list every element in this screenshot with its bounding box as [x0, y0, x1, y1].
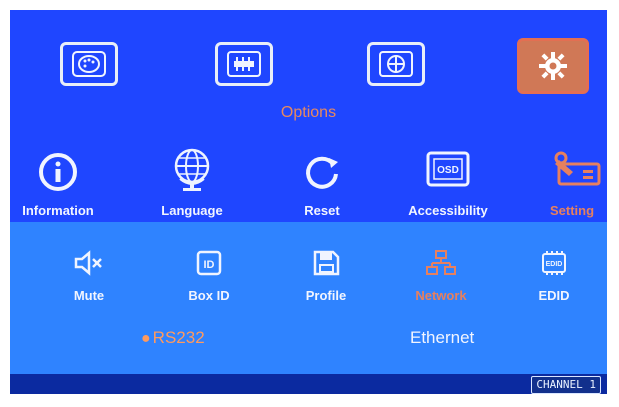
info-icon [39, 153, 77, 191]
gear-icon [539, 52, 567, 80]
tools-icon [554, 151, 601, 186]
box-id-button[interactable]: ID [194, 250, 224, 276]
picture-tab[interactable] [215, 42, 273, 86]
category-label-reset: Reset [304, 203, 340, 218]
slider-icon [227, 51, 261, 77]
palette-icon [72, 51, 106, 77]
globe-icon [379, 51, 413, 77]
save-icon [313, 250, 340, 276]
submenu-label-edid: EDID [538, 288, 570, 303]
refresh-icon [306, 156, 338, 189]
ethernet-label: Ethernet [410, 328, 475, 347]
reset-button[interactable] [300, 150, 344, 194]
profile-button[interactable] [311, 250, 341, 276]
submenu-label-profile: Profile [305, 288, 347, 303]
osd-screen: Options Information Language Reset OSD A… [10, 10, 607, 394]
id-icon: ID [196, 250, 222, 276]
globe-icon [174, 148, 210, 191]
setting-button[interactable] [553, 150, 603, 190]
category-label-accessibility: Accessibility [408, 203, 488, 218]
osd-icon-text: OSD [437, 165, 459, 176]
palette-tab[interactable] [60, 42, 118, 86]
mute-icon [74, 250, 102, 276]
mute-button[interactable] [73, 250, 103, 276]
submenu-label-mute: Mute [73, 288, 105, 303]
accessibility-button[interactable]: OSD [425, 150, 471, 190]
top-menu-area: Options Information Language Reset OSD A… [10, 10, 607, 222]
edid-button[interactable]: EDID [539, 250, 569, 276]
id-icon-text: ID [204, 259, 215, 271]
options-title: Options [280, 104, 337, 121]
rs232-label: RS232 [152, 328, 205, 347]
edid-icon-text: EDID [546, 261, 563, 268]
language-tab[interactable] [367, 42, 425, 86]
ethernet-option[interactable]: Ethernet [410, 328, 474, 348]
setting-submenu-panel: Mute ID Box ID Profile Network EDID EDID… [10, 222, 607, 374]
submenu-label-box-id: Box ID [188, 288, 230, 303]
network-icon [426, 250, 456, 275]
osd-icon: OSD [426, 151, 470, 187]
options-tab[interactable] [517, 38, 589, 94]
information-button[interactable] [36, 150, 80, 194]
channel-indicator: CHANNEL 1 [531, 376, 601, 394]
edid-icon: EDID [542, 251, 566, 275]
rs232-option[interactable]: ● RS232 [141, 328, 205, 348]
category-label-information: Information [22, 203, 94, 218]
network-button[interactable] [426, 250, 456, 276]
category-label-setting: Setting [549, 203, 595, 218]
language-button[interactable] [168, 146, 216, 194]
category-label-language: Language [161, 203, 223, 218]
selected-bullet: ● [141, 330, 151, 347]
submenu-label-network: Network [415, 288, 467, 303]
status-bar: CHANNEL 1 [10, 374, 607, 394]
